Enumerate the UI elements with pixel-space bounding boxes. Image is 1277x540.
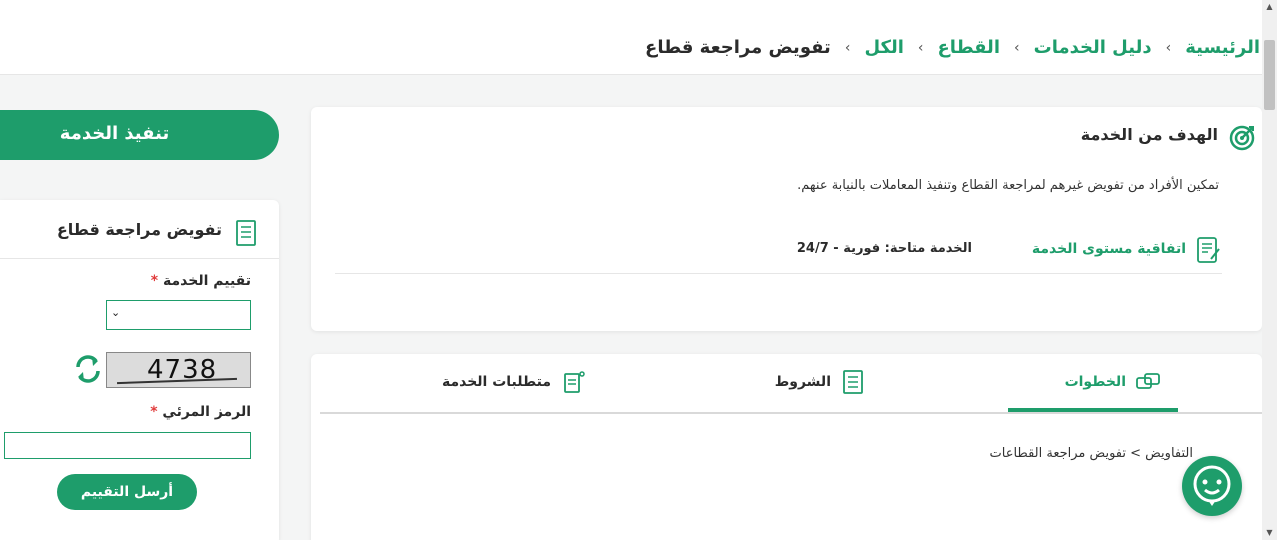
goal-description: تمكين الأفراد من تفويض غيرهم لمراجعة الق… <box>797 178 1219 193</box>
breadcrumb-separator: › <box>917 39 924 56</box>
refresh-captcha-icon[interactable] <box>72 353 104 385</box>
scroll-up-icon[interactable]: ▲ <box>1262 0 1277 14</box>
sla-row: اتفاقية مستوى الخدمة الخدمة متاحة: فورية… <box>335 227 1222 274</box>
breadcrumb-all[interactable]: الكل <box>864 37 903 58</box>
divider <box>0 258 279 259</box>
sla-link[interactable]: اتفاقية مستوى الخدمة <box>1032 241 1186 257</box>
availability-text: الخدمة متاحة: فورية - 24/7 <box>796 241 972 256</box>
service-tabs-card: الخطوات الشروط متطلبات الخدمة التفاويض >… <box>311 354 1262 540</box>
captcha-input[interactable] <box>4 432 251 459</box>
breadcrumb-current: تفويض مراجعة قطاع <box>645 37 831 58</box>
active-tab-indicator <box>1008 408 1178 412</box>
tab-content-text: التفاويض > تفويض مراجعة القطاعات <box>989 446 1194 461</box>
execute-service-button[interactable]: تنفيذ الخدمة <box>0 110 279 160</box>
required-mark: * <box>150 273 159 289</box>
breadcrumb-bar: الرئيسية › دليل الخدمات › القطاع › الكل … <box>0 17 1262 75</box>
submit-rating-button[interactable]: أرسل التقييم <box>57 474 197 510</box>
tab-steps-label: الخطوات <box>1064 374 1126 390</box>
top-header <box>0 0 1262 17</box>
rating-card: تفويض مراجعة قطاع تقييم الخدمة * ⌄ 4738 … <box>0 200 279 540</box>
breadcrumb-home[interactable]: الرئيسية <box>1185 37 1260 58</box>
rating-card-title: تفويض مراجعة قطاع <box>56 220 222 239</box>
scroll-down-icon[interactable]: ▼ <box>1262 526 1277 540</box>
goal-title: الهدف من الخدمة <box>1080 125 1218 144</box>
scrollbar[interactable]: ▲ ▼ <box>1262 0 1277 540</box>
breadcrumb: الرئيسية › دليل الخدمات › القطاع › الكل … <box>645 37 1260 58</box>
service-goal-card: الهدف من الخدمة تمكين الأفراد من تفويض غ… <box>311 107 1262 331</box>
scroll-thumb[interactable] <box>1264 40 1275 110</box>
rating-select[interactable]: ⌄ <box>106 300 251 330</box>
chevron-down-icon: ⌄ <box>111 306 121 319</box>
tab-bar: الخطوات الشروط متطلبات الخدمة <box>320 354 1262 414</box>
document-sign-icon <box>1197 237 1220 263</box>
breadcrumb-separator: › <box>1014 39 1020 56</box>
rating-label-text: تقييم الخدمة <box>162 273 251 289</box>
captcha-label-text: الرمز المرئي <box>162 404 251 420</box>
captcha-image: 4738 <box>106 352 251 388</box>
chatbot-icon <box>1193 465 1231 506</box>
checklist-icon <box>843 370 863 394</box>
requirements-icon <box>564 371 585 393</box>
breadcrumb-separator: › <box>1165 39 1172 56</box>
tab-terms-label: الشروط <box>774 374 831 390</box>
breadcrumb-services-guide[interactable]: دليل الخدمات <box>1034 37 1152 58</box>
checklist-icon <box>236 220 256 246</box>
captcha-label: الرمز المرئي * <box>146 404 251 420</box>
target-icon <box>1229 125 1255 151</box>
breadcrumb-sector[interactable]: القطاع <box>938 37 1000 58</box>
tab-requirements[interactable]: متطلبات الخدمة <box>441 371 587 414</box>
steps-icon <box>1136 373 1160 389</box>
chat-support-button[interactable] <box>1182 456 1242 516</box>
tab-terms[interactable]: الشروط <box>774 370 867 414</box>
required-mark: * <box>150 404 158 420</box>
rating-label: تقييم الخدمة * <box>147 273 251 289</box>
breadcrumb-separator: › <box>844 39 851 56</box>
tab-requirements-label: متطلبات الخدمة <box>441 374 551 390</box>
